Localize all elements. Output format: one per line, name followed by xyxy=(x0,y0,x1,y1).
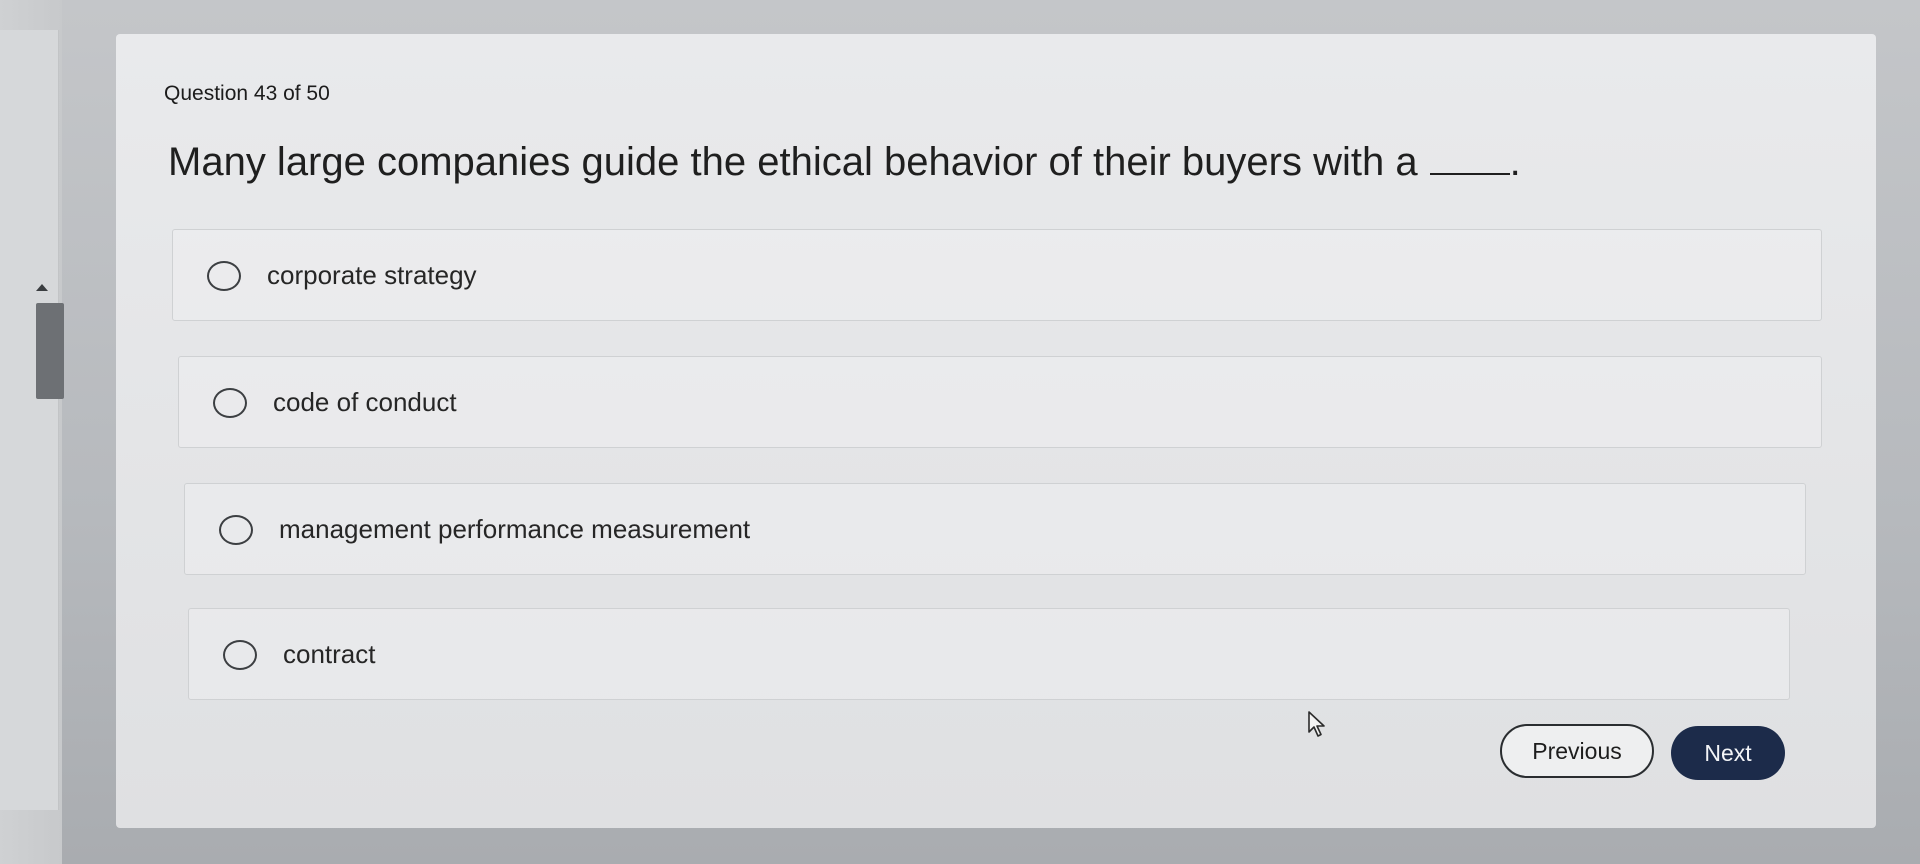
option-label: code of conduct xyxy=(273,387,457,417)
radio-button-icon[interactable] xyxy=(213,388,247,418)
question-stem: Many large companies guide the ethical b… xyxy=(168,140,1418,184)
option-label: corporate strategy xyxy=(267,260,477,290)
question-number: Question 43 of 50 xyxy=(164,82,330,105)
scrollbar-thumb[interactable] xyxy=(36,303,64,399)
radio-button-icon[interactable] xyxy=(223,640,257,670)
answer-option-3[interactable]: management performance measurement xyxy=(184,483,1806,575)
question-card: Question 43 of 50 Many large companies g… xyxy=(116,34,1876,828)
previous-button[interactable]: Previous xyxy=(1500,724,1654,778)
answer-blank xyxy=(1429,143,1510,175)
question-period: . xyxy=(1509,140,1521,184)
answer-option-1[interactable]: corporate strategy xyxy=(172,229,1822,321)
option-label: contract xyxy=(283,639,376,669)
answer-option-2[interactable]: code of conduct xyxy=(178,356,1822,448)
question-text: Many large companies guide the ethical b… xyxy=(168,140,1521,185)
left-side-panel xyxy=(0,30,59,810)
radio-button-icon[interactable] xyxy=(219,515,253,545)
radio-button-icon[interactable] xyxy=(207,261,241,291)
scroll-up-arrow-icon[interactable] xyxy=(36,284,48,291)
answer-option-4[interactable]: contract xyxy=(188,608,1790,700)
option-label: management performance measurement xyxy=(279,514,751,544)
mouse-pointer-icon xyxy=(1307,710,1329,743)
screen: Question 43 of 50 Many large companies g… xyxy=(0,0,1920,864)
next-button[interactable]: Next xyxy=(1671,726,1785,780)
